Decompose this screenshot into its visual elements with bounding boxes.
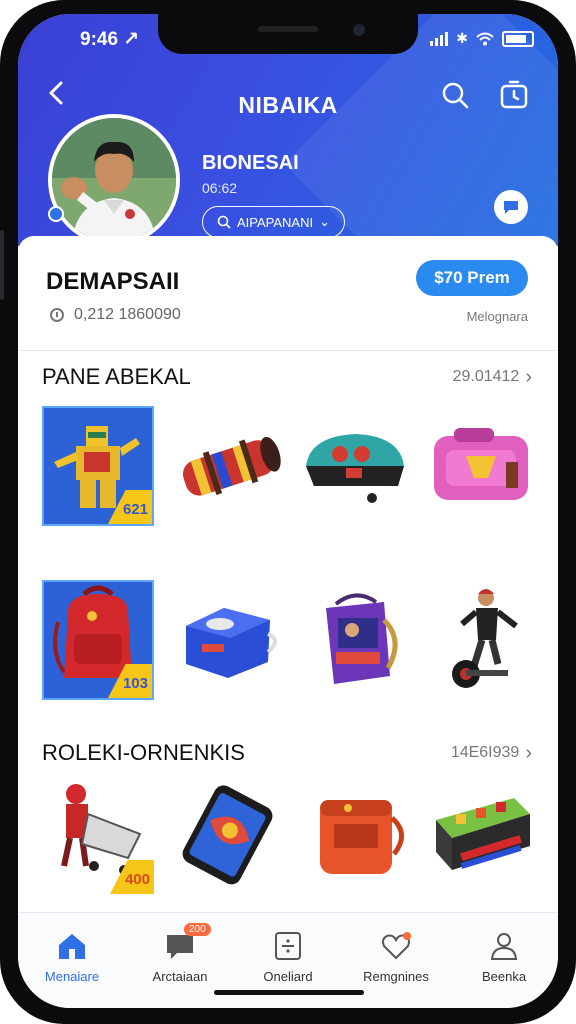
- avatar[interactable]: [48, 114, 180, 246]
- section-title: ROLEKI-ORNENKIS: [42, 740, 245, 765]
- item-tile-purple-bag[interactable]: [300, 580, 412, 700]
- info-meta-text: 0,212 1860090: [74, 306, 181, 323]
- info-card: DEMAPSAII 0,212 1860090 $70 Prem Melogna…: [18, 236, 558, 351]
- nav-item-profile[interactable]: Beenka: [450, 913, 558, 1008]
- section-see-all[interactable]: 29.01412 ›: [453, 366, 532, 389]
- speaker: [258, 26, 318, 32]
- section-see-all[interactable]: 14E6I939 ›: [451, 742, 532, 765]
- battery-icon: [502, 30, 534, 47]
- search-icon: [217, 215, 231, 229]
- nav-item-home[interactable]: Menaiare: [18, 913, 126, 1008]
- chevron-right-icon: ›: [525, 365, 532, 388]
- search-icon[interactable]: [440, 80, 470, 110]
- online-status-dot: [48, 206, 64, 222]
- section-header: ROLEKI-ORNENKIS 14E6I939 ›: [42, 740, 532, 766]
- item-tile-robot-figure[interactable]: 621: [42, 406, 154, 526]
- profile-pill-label: AIPAPANANI: [237, 214, 314, 230]
- section-count: 14E6I939: [450, 744, 520, 761]
- camera: [353, 24, 365, 36]
- phone-frame: 9:46 ↗ ✱ NIBAIKA BIONESAI 06:62 AIPAPANA…: [0, 0, 576, 1024]
- timer-icon[interactable]: [498, 78, 530, 110]
- chat-button[interactable]: [494, 190, 528, 224]
- app-screen: 9:46 ↗ ✱ NIBAIKA BIONESAI 06:62 AIPAPANA…: [18, 14, 558, 1008]
- profile-subtitle: 06:62: [202, 180, 238, 196]
- calculator-icon: [275, 932, 301, 960]
- tool-box-icon: [436, 798, 530, 870]
- person-icon: [490, 933, 518, 960]
- item-tile-teal-bag[interactable]: [300, 406, 412, 526]
- teal-bag-icon: [306, 434, 404, 503]
- bluetooth-icon: ✱: [456, 30, 468, 46]
- item-tile-blue-case[interactable]: [172, 580, 284, 700]
- item-tile-cart-figure[interactable]: 400: [42, 774, 154, 894]
- item-tile-pink-bag[interactable]: [426, 406, 538, 526]
- nav-label: Remgnines: [363, 969, 429, 984]
- info-right-label: Melognara: [466, 309, 528, 324]
- purple-bag-icon: [326, 593, 398, 684]
- status-time: 9:46 ↗: [80, 29, 140, 50]
- heart-icon: [382, 932, 411, 960]
- section-title: PANE ABEKAL: [42, 364, 191, 389]
- pink-bag-icon: [434, 428, 528, 500]
- clock-icon: [50, 308, 64, 322]
- orange-bag-icon: [320, 800, 404, 874]
- home-icon: [59, 934, 85, 959]
- section-count: 29.01412: [452, 368, 520, 385]
- wifi-icon: [476, 32, 494, 45]
- info-title: DEMAPSAII: [46, 268, 180, 295]
- chat-icon: [504, 201, 518, 214]
- chevron-down-icon: ⌄: [319, 214, 331, 229]
- signal-icon: [430, 31, 449, 46]
- avatar-photo: [52, 118, 176, 242]
- profile-pill-button[interactable]: AIPAPANANI ⌄: [202, 206, 346, 238]
- unicycle-rider-icon: [452, 589, 518, 688]
- item-tile-orange-bag[interactable]: [300, 774, 412, 894]
- nav-label: Oneliard: [263, 969, 313, 984]
- nav-label: Arctaiaan: [152, 969, 208, 984]
- item-tile-unicycle-rider[interactable]: [426, 580, 538, 700]
- nav-label: Menaiare: [44, 969, 100, 984]
- phone-icon: [182, 785, 273, 885]
- price-button[interactable]: $70 Prem: [416, 260, 528, 296]
- chevron-right-icon: ›: [525, 741, 532, 764]
- home-indicator: [214, 990, 364, 995]
- info-meta: 0,212 1860090: [50, 306, 181, 324]
- notification-badge: 200: [184, 923, 211, 936]
- side-button: [0, 230, 4, 300]
- item-tile-red-backpack[interactable]: 103: [42, 580, 154, 700]
- status-icons: ✱: [430, 30, 534, 47]
- rolled-mat-icon: [182, 436, 281, 496]
- blue-case-icon: [186, 608, 277, 678]
- nav-label: Beenka: [481, 969, 527, 984]
- item-tile-tool-box[interactable]: [426, 774, 538, 894]
- item-tile-rolled-mat[interactable]: [172, 406, 284, 526]
- notch: [158, 14, 418, 54]
- section-header: PANE ABEKAL 29.01412 ›: [42, 364, 532, 390]
- profile-name: BIONESAI: [202, 152, 299, 174]
- item-tile-phone[interactable]: [172, 774, 284, 894]
